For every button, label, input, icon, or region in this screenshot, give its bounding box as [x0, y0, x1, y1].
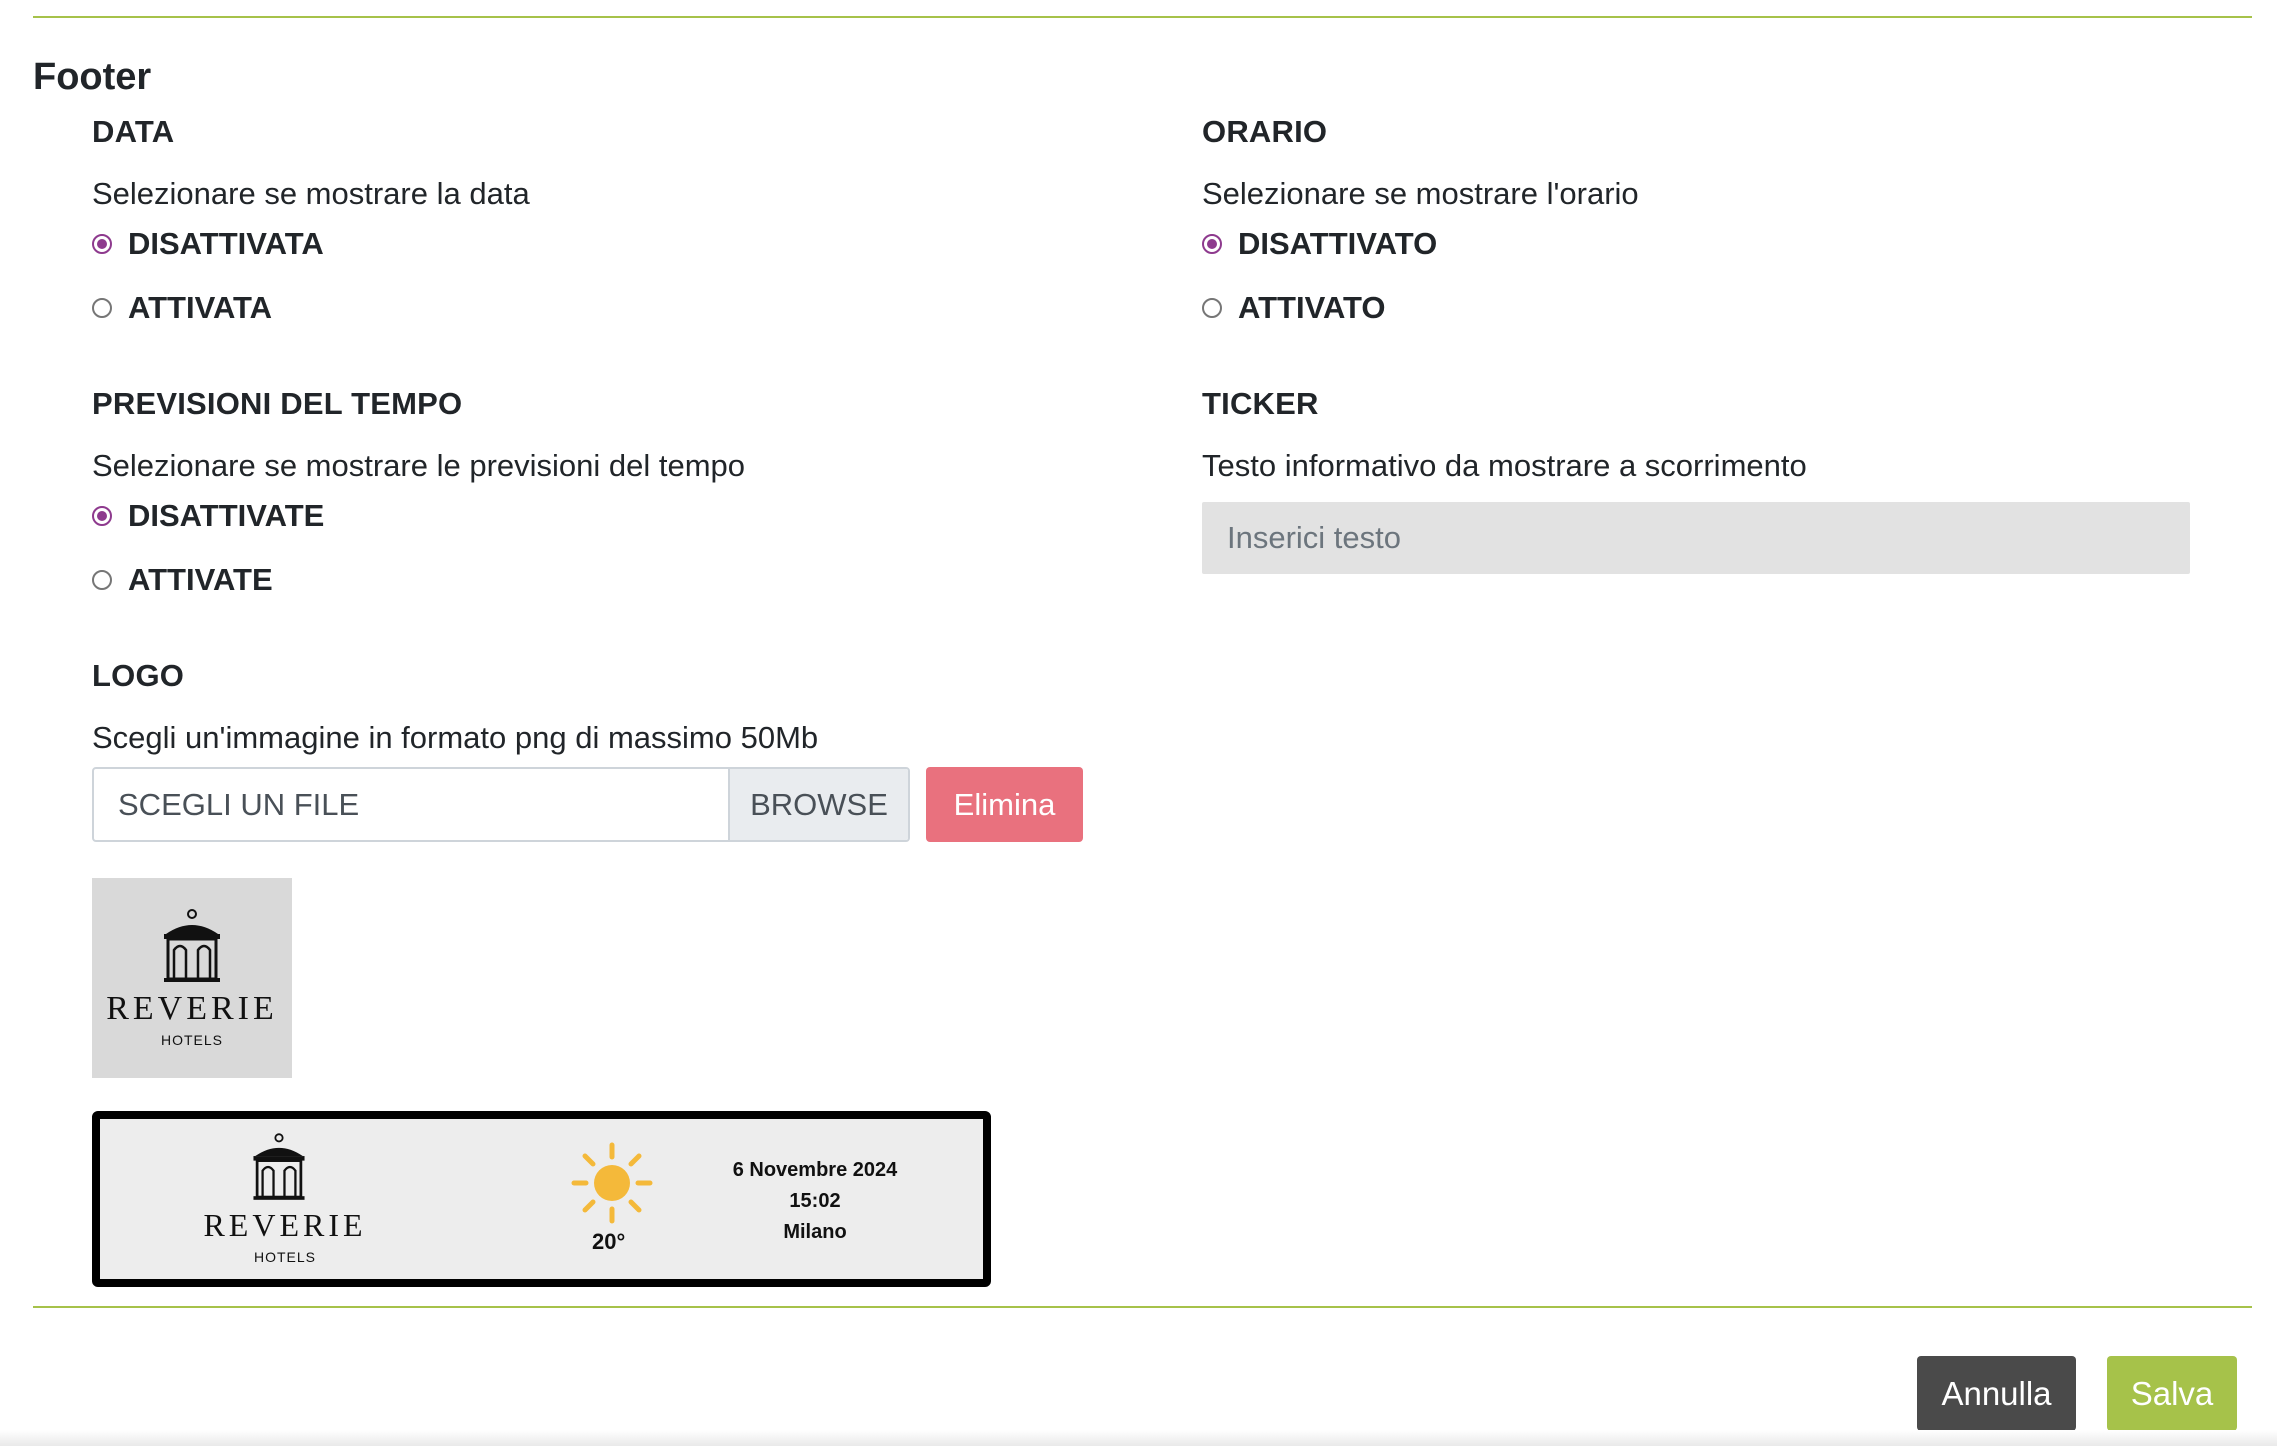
- orario-description: Selezionare se mostrare l'orario: [1202, 176, 1639, 211]
- preview-time: 15:02: [789, 1190, 841, 1212]
- previsioni-option-attivate[interactable]: ATTIVATE: [92, 562, 273, 598]
- delete-logo-button[interactable]: Elimina: [926, 767, 1083, 842]
- logo-group: LOGO Scegli un'immagine in formato png d…: [92, 658, 1092, 758]
- previsioni-group: PREVISIONI DEL TEMPO Selezionare se most…: [92, 386, 1092, 606]
- data-group: DATA Selezionare se mostrare la data DIS…: [92, 114, 1092, 334]
- footer-preview: REVERIE HOTELS 20° 6 Novembre 2024 15:02…: [92, 1111, 991, 1287]
- bottom-shadow: [0, 1430, 2277, 1446]
- save-button[interactable]: Salva: [2107, 1356, 2237, 1431]
- top-divider: [33, 16, 2252, 18]
- data-option-attivata[interactable]: ATTIVATA: [92, 290, 272, 326]
- orario-option-label: DISATTIVATO: [1238, 226, 1438, 261]
- radio-unchecked-icon[interactable]: [92, 298, 112, 318]
- ticker-group: TICKER Testo informativo da mostrare a s…: [1202, 386, 2202, 586]
- preview-brand-sub: HOTELS: [253, 1249, 316, 1265]
- browse-button[interactable]: BROWSE: [728, 769, 908, 840]
- radio-unchecked-icon[interactable]: [92, 570, 112, 590]
- cancel-button[interactable]: Annulla: [1917, 1356, 2076, 1431]
- previsioni-option-label: ATTIVATE: [128, 562, 273, 597]
- data-option-disattivata[interactable]: DISATTIVATA: [92, 226, 324, 262]
- preview-info: 6 Novembre 2024 15:02 Milano: [700, 1155, 930, 1248]
- orario-title: ORARIO: [1202, 114, 1328, 149]
- logo-brand-sub: HOTELS: [160, 1032, 223, 1048]
- data-option-label: ATTIVATA: [128, 290, 273, 325]
- logo-description: Scegli un'immagine in formato png di mas…: [92, 720, 819, 755]
- previsioni-description: Selezionare se mostrare le previsioni de…: [92, 448, 746, 483]
- previsioni-option-label: DISATTIVATE: [128, 498, 325, 533]
- logo-thumbnail: REVERIE HOTELS: [92, 878, 292, 1078]
- orario-option-disattivato[interactable]: DISATTIVATO: [1202, 226, 1437, 262]
- data-description: Selezionare se mostrare la data: [92, 176, 530, 211]
- preview-date: 6 Novembre 2024: [732, 1159, 898, 1181]
- ticker-input[interactable]: Inserici testo: [1202, 502, 2190, 574]
- logo-file-input[interactable]: SCEGLI UN FILE BROWSE: [92, 767, 910, 842]
- previsioni-title: PREVISIONI DEL TEMPO: [92, 386, 463, 421]
- radio-unchecked-icon[interactable]: [1202, 298, 1222, 318]
- preview-city: Milano: [783, 1221, 847, 1243]
- ticker-description: Testo informativo da mostrare a scorrime…: [1202, 448, 1807, 483]
- radio-checked-icon[interactable]: [1202, 234, 1222, 254]
- previsioni-option-disattivate[interactable]: DISATTIVATE: [92, 498, 324, 534]
- data-title: DATA: [92, 114, 175, 149]
- gazebo-logo-icon: [253, 1133, 305, 1200]
- data-option-label: DISATTIVATA: [128, 226, 324, 261]
- section-title: Footer: [33, 56, 152, 98]
- logo-brand-name: REVERIE: [106, 990, 278, 1027]
- gazebo-logo-icon: [164, 909, 220, 982]
- radio-checked-icon[interactable]: [92, 234, 112, 254]
- preview-temperature: 20°: [592, 1229, 626, 1254]
- file-placeholder[interactable]: SCEGLI UN FILE: [94, 769, 728, 840]
- bottom-divider: [33, 1306, 2252, 1308]
- sun-icon: [571, 1142, 653, 1224]
- logo-title: LOGO: [92, 658, 185, 693]
- orario-group: ORARIO Selezionare se mostrare l'orario …: [1202, 114, 2202, 334]
- orario-option-label: ATTIVATO: [1238, 290, 1386, 325]
- radio-checked-icon[interactable]: [92, 506, 112, 526]
- ticker-title: TICKER: [1202, 386, 1319, 421]
- preview-brand-name: REVERIE: [203, 1207, 367, 1243]
- orario-option-attivato[interactable]: ATTIVATO: [1202, 290, 1386, 326]
- preview-logo: REVERIE HOTELS: [190, 1131, 380, 1281]
